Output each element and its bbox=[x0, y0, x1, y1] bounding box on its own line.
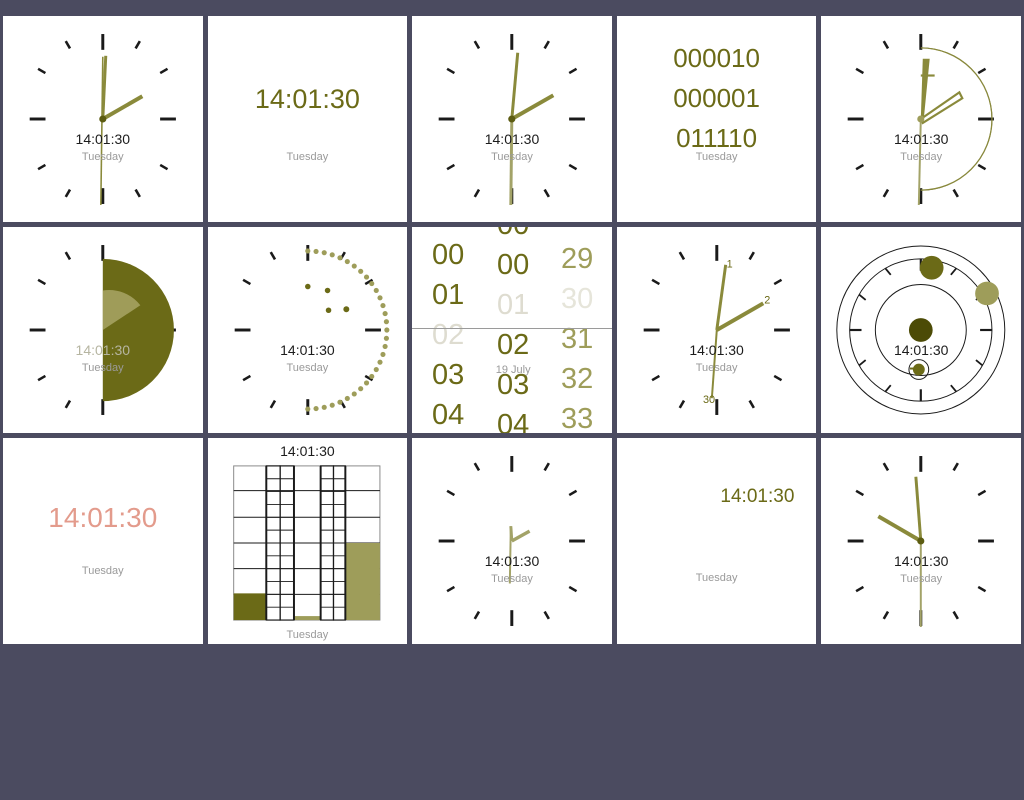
clock-card-analog-ticks-2[interactable]: 14:01:30 Tuesday bbox=[412, 16, 612, 222]
minute-hand-label: 1 bbox=[726, 259, 732, 271]
time-label: 14:01:30 bbox=[254, 84, 360, 114]
day-label: Tuesday bbox=[695, 572, 738, 584]
scroller-item-selected[interactable]: 01 bbox=[497, 285, 529, 325]
minutes-column[interactable]: 00 00 01 02 03 04 bbox=[484, 227, 542, 433]
clock-card-digital-olive[interactable]: 14:01:30 Tuesday bbox=[207, 16, 408, 222]
clock-grid: 14:01:30 Tuesday 14:01:30 Tuesday 14:01:… bbox=[0, 16, 1024, 644]
scroller-item[interactable]: 33 bbox=[561, 399, 593, 433]
analog-face bbox=[438, 456, 586, 626]
clock-card-analog-ticks-1[interactable]: 14:01:30 Tuesday bbox=[3, 16, 203, 222]
clock-card-orbital[interactable]: 14:01:30 bbox=[821, 227, 1021, 433]
time-label: 14:01:30 bbox=[720, 486, 795, 507]
scroller-item[interactable]: 29 bbox=[561, 239, 593, 279]
scroller-item[interactable]: 01 bbox=[432, 275, 464, 315]
clock-card-digital-pink[interactable]: 14:01:30 Tuesday bbox=[3, 438, 203, 644]
orbital-face bbox=[836, 245, 1006, 415]
center-body bbox=[909, 318, 934, 342]
scroller-item[interactable]: 31 bbox=[561, 319, 593, 359]
hours-column[interactable]: 00 01 02 03 04 bbox=[420, 227, 476, 433]
hours-bar-fill bbox=[233, 593, 266, 621]
seconds-column[interactable]: 29 30 31 32 33 bbox=[548, 227, 606, 433]
date-label: 19 July bbox=[495, 364, 531, 376]
minutes-bar-fill bbox=[293, 616, 321, 621]
selection-divider bbox=[412, 328, 612, 329]
scroller-item-selected[interactable]: 30 bbox=[561, 279, 593, 319]
bar-gauge bbox=[232, 465, 381, 621]
day-label: Tuesday bbox=[286, 151, 329, 163]
clock-card-filled-pie[interactable]: 14:01:30 Tuesday bbox=[3, 227, 203, 433]
clock-card-binary[interactable]: 000010 000001 011110 Tuesday bbox=[616, 16, 817, 222]
scroller-item[interactable]: 00 bbox=[497, 245, 529, 285]
day-label: Tuesday bbox=[286, 629, 329, 641]
analog-face bbox=[848, 456, 995, 627]
analog-dots-face bbox=[234, 245, 390, 415]
analog-face bbox=[29, 34, 176, 205]
analog-labeled-face: 1 2 30 bbox=[643, 245, 790, 415]
scroller-item[interactable]: 04 bbox=[432, 395, 464, 433]
clock-card-dotted[interactable]: 14:01:30 Tuesday bbox=[207, 227, 408, 433]
clock-card-analog-mirrored[interactable]: 14:01:30 Tuesday bbox=[821, 438, 1021, 644]
binary-seconds: 011110 bbox=[676, 123, 758, 153]
clock-card-arc-sector[interactable]: 14:01:30 Tuesday bbox=[821, 16, 1021, 222]
clock-card-bars[interactable]: 14:01:30 Tuesday bbox=[207, 438, 408, 644]
day-label: Tuesday bbox=[81, 565, 124, 577]
scroller-item[interactable]: 00 bbox=[432, 235, 464, 275]
scroller-item-selected[interactable]: 02 bbox=[432, 315, 464, 355]
seconds-bar-fill bbox=[344, 542, 380, 621]
time-label: 14:01:30 bbox=[48, 502, 158, 533]
hour-orbit-body bbox=[920, 255, 944, 280]
hour-hand-label: 2 bbox=[764, 294, 770, 306]
minute-orbit-body bbox=[975, 281, 1000, 306]
scroller-item[interactable]: 32 bbox=[561, 359, 593, 399]
second-hand-label: 30 bbox=[703, 394, 715, 406]
scroller-item[interactable]: 02 bbox=[497, 325, 529, 365]
scroller-item[interactable]: 00 bbox=[497, 227, 529, 245]
scroller-columns[interactable]: 00 01 02 03 04 00 00 01 02 03 04 29 30 3… bbox=[412, 227, 612, 433]
binary-hours: 000010 bbox=[673, 43, 760, 73]
binary-minutes: 000001 bbox=[673, 83, 760, 113]
clock-card-scroller[interactable]: 00 01 02 03 04 00 00 01 02 03 04 29 30 3… bbox=[412, 227, 612, 433]
analog-arc-face bbox=[848, 34, 995, 205]
scroller-item[interactable]: 03 bbox=[432, 355, 464, 395]
analog-face bbox=[438, 34, 586, 205]
scroller-item[interactable]: 04 bbox=[497, 405, 529, 433]
clock-card-analog-short-hands[interactable]: 14:01:30 Tuesday bbox=[412, 438, 612, 644]
analog-pie-face bbox=[29, 245, 176, 415]
clock-card-analog-labeled[interactable]: 1 2 30 14:01:30 Tuesday bbox=[616, 227, 817, 433]
clock-card-digital-right[interactable]: 14:01:30 Tuesday bbox=[616, 438, 817, 644]
time-label: 14:01:30 bbox=[280, 443, 335, 459]
